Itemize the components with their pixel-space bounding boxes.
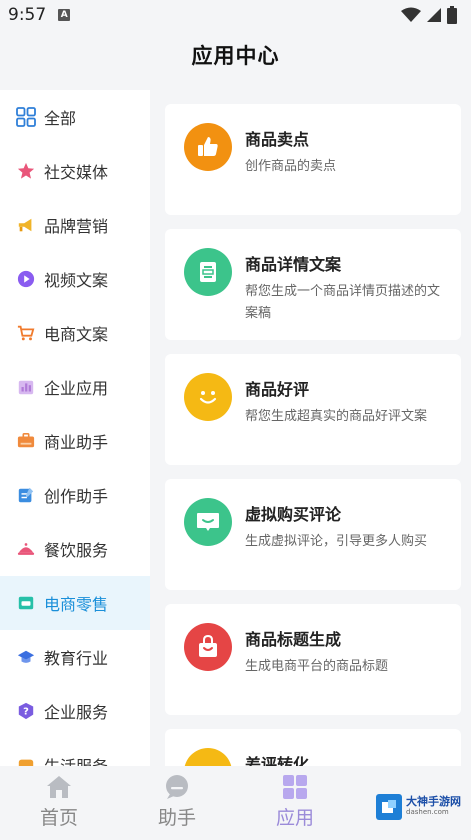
dish-icon: [16, 539, 36, 559]
sidebar-item-business-assistant[interactable]: 商业助手: [0, 414, 150, 468]
apps-grid-icon: [283, 775, 307, 799]
document-icon: [184, 248, 232, 296]
sidebar-item-label: 生活服务: [44, 753, 108, 766]
svg-text:?: ?: [23, 707, 29, 718]
thumbs-up-icon: [184, 123, 232, 171]
partial-icon: [184, 748, 232, 766]
sidebar-item-ecommerce-retail[interactable]: 电商零售: [0, 576, 150, 630]
sidebar-item-label: 电商文案: [44, 325, 109, 344]
sidebar-item-life-services[interactable]: 生活服务: [0, 738, 150, 766]
sidebar-item-enterprise-services[interactable]: ? 企业服务: [0, 684, 150, 738]
edit-icon: [16, 485, 36, 505]
sidebar-item-ecommerce-copy[interactable]: 电商文案: [0, 306, 150, 360]
card-description: 创作商品的卖点: [245, 159, 337, 174]
watermark-main: 大神手游网: [406, 795, 461, 808]
watermark-icon: [376, 794, 402, 820]
sidebar-item-label: 企业服务: [44, 703, 109, 722]
app-card-product-review[interactable]: 商品好评 帮您生成超真实的商品好评文案: [165, 354, 461, 465]
sidebar-item-label: 教育行业: [44, 649, 109, 668]
sidebar-item-label: 商业助手: [44, 433, 109, 452]
card-title: 差评转化: [245, 755, 310, 766]
sidebar-item-catering[interactable]: 餐饮服务: [0, 522, 150, 576]
sidebar-item-social-media[interactable]: 社交媒体: [0, 144, 150, 198]
tab-assistant[interactable]: 助手: [118, 766, 236, 840]
app-card-product-detail-copy[interactable]: 商品详情文案 帮您生成一个商品详情页描述的文案稿: [165, 229, 461, 340]
megaphone-icon: [16, 215, 36, 235]
chart-icon: [16, 377, 36, 397]
card-description: 帮您生成一个商品详情页描述的文案稿: [245, 284, 441, 321]
sidebar-item-label: 视频文案: [44, 271, 109, 290]
sidebar-item-creation-assistant[interactable]: 创作助手: [0, 468, 150, 522]
life-icon: [16, 755, 36, 766]
sidebar-item-label: 全部: [44, 109, 77, 128]
tab-apps[interactable]: 应用: [236, 766, 354, 840]
briefcase-icon: [16, 431, 36, 451]
sidebar-item-education[interactable]: 教育行业: [0, 630, 150, 684]
card-description: 生成电商平台的商品标题: [245, 659, 389, 674]
cart-icon: [16, 323, 36, 343]
play-icon: [16, 269, 36, 289]
status-bar: 9:57 A: [0, 0, 471, 30]
watermark-logo: 大神手游网 dashen.com: [376, 792, 462, 822]
chat-bubble-icon: [184, 498, 232, 546]
graduation-cap-icon: [16, 647, 36, 667]
card-description: 生成虚拟评论，引导更多人购买: [245, 534, 428, 549]
home-icon: [47, 776, 71, 798]
status-icons: [401, 6, 457, 24]
battery-icon: [447, 6, 457, 24]
card-title: 商品好评: [245, 380, 310, 399]
sidebar-item-label: 社交媒体: [44, 163, 109, 182]
tab-label: 应用: [275, 807, 314, 829]
card-title: 虚拟购买评论: [245, 505, 342, 524]
wifi-icon: [401, 7, 421, 22]
watermark-text: 大神手游网 dashen.com: [406, 796, 461, 818]
app-card-product-title-generator[interactable]: 商品标题生成 生成电商平台的商品标题: [165, 604, 461, 715]
watermark-sub: dashen.com: [406, 808, 449, 816]
card-title: 商品卖点: [245, 130, 310, 149]
star-icon: [16, 161, 36, 181]
sidebar-item-label: 餐饮服务: [44, 541, 109, 560]
card-title: 商品标题生成: [245, 630, 342, 649]
app-card-selling-points[interactable]: 商品卖点 创作商品的卖点: [165, 104, 461, 215]
sidebar-item-all[interactable]: 全部: [0, 90, 150, 144]
assistant-icon: [166, 775, 188, 799]
card-description: 帮您生成超真实的商品好评文案: [245, 409, 428, 424]
store-icon: [16, 593, 36, 613]
page-title: 应用中心: [191, 44, 280, 68]
grid-icon: [16, 107, 36, 127]
sidebar-item-label: 创作助手: [44, 487, 109, 506]
sidebar-item-label: 电商零售: [44, 595, 109, 614]
sidebar-item-video-copy[interactable]: 视频文案: [0, 252, 150, 306]
smile-icon: [184, 373, 232, 421]
tab-label: 助手: [157, 807, 196, 829]
tab-label: 首页: [39, 807, 78, 829]
app-card-virtual-purchase-comment[interactable]: 虚拟购买评论 生成虚拟评论，引导更多人购买: [165, 479, 461, 590]
app-list[interactable]: 商品卖点 创作商品的卖点 商品详情文案 帮您生成一个商品详情页描述的文案稿 商品…: [165, 90, 461, 766]
sidebar-item-enterprise-apps[interactable]: 企业应用: [0, 360, 150, 414]
tab-home[interactable]: 首页: [0, 766, 118, 840]
sidebar-item-brand-marketing[interactable]: 品牌营销: [0, 198, 150, 252]
sidebar-item-label: 品牌营销: [44, 217, 109, 236]
app-card-negative-review-conversion[interactable]: 差评转化: [165, 729, 461, 766]
sidebar-item-label: 企业应用: [44, 379, 109, 398]
shopping-bag-icon: [184, 623, 232, 671]
status-time: 9:57: [8, 5, 47, 25]
help-icon: ?: [16, 701, 36, 721]
card-title: 商品详情文案: [245, 255, 342, 274]
category-sidebar[interactable]: 全部 社交媒体 品牌营销 视频文案 电商文案 企业应用 商业助手 创作助手 餐饮…: [0, 90, 150, 766]
notification-badge: A: [58, 9, 71, 21]
signal-icon: [427, 8, 441, 22]
